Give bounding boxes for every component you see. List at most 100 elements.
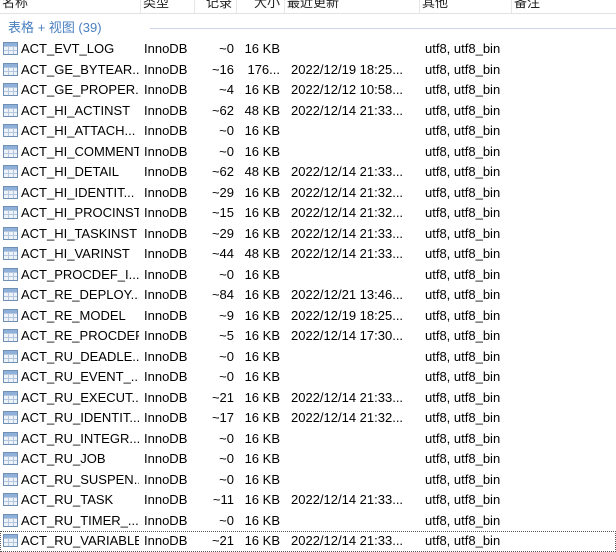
table-icon [3, 370, 18, 383]
table-icon-cell [3, 408, 19, 429]
table-row[interactable]: ACT_PROCDEF_I... InnoDB ~0 16 KB utf8, utf8_… [0, 265, 616, 286]
table-name: ACT_RE_DEPLOY... [21, 287, 139, 302]
table-icon [3, 62, 18, 76]
table-icon-cell [3, 121, 19, 142]
table-row[interactable]: ACT_RU_INTEGR... InnoDB ~0 16 KB utf8, utf8_… [0, 429, 616, 450]
table-size: 16 KB [244, 533, 280, 548]
table-row[interactable]: ACT_RU_TASK InnoDB ~11 16 KB 2022/12/14 21:3… [0, 490, 616, 511]
table-name: ACT_RU_IDENTIT... [21, 410, 139, 425]
table-charset: utf8, utf8_bin [425, 123, 501, 138]
table-name: ACT_RU_SUSPEN... [21, 471, 139, 487]
table-size: 16 KB [244, 471, 280, 487]
table-size: 16 KB [244, 266, 280, 282]
table-row-count: ~15 [211, 205, 234, 220]
table-row[interactable]: ACT_HI_IDENTIT... InnoDB ~29 16 KB 2022/12/1… [0, 183, 616, 204]
table-note [516, 203, 612, 224]
table-icon-cell [3, 388, 19, 409]
table-row[interactable]: ACT_RU_EVENT_... InnoDB ~0 16 KB utf8, utf8_… [0, 367, 616, 388]
table-row[interactable]: ACT_RE_MODEL InnoDB ~9 16 KB 2022/12/19 18:2… [0, 306, 616, 327]
table-row[interactable]: ACT_HI_TASKINST InnoDB ~29 16 KB 2022/12/14 … [0, 224, 616, 245]
column-header-other[interactable]: 其他 [420, 0, 512, 13]
table-engine: InnoDB [144, 143, 188, 159]
table-row[interactable]: ACT_RU_SUSPEN... InnoDB ~0 16 KB utf8, utf8_… [0, 470, 616, 491]
table-icon [3, 493, 18, 506]
table-row[interactable]: ACT_RU_DEADLE... InnoDB ~0 16 KB utf8, utf8_… [0, 347, 616, 368]
table-row[interactable]: ACT_RU_TIMER_... InnoDB ~0 16 KB utf8, utf8_… [0, 511, 616, 532]
column-header-type[interactable]: 类型 [141, 0, 195, 13]
table-row-count: ~29 [211, 184, 234, 200]
table-icon-cell [3, 326, 19, 347]
table-note [516, 183, 612, 204]
table-note [516, 142, 612, 163]
table-engine: InnoDB [144, 61, 188, 77]
column-header: 名称 类型 记录 大小 最近更新 其他 备注 [0, 0, 616, 14]
table-row[interactable]: ACT_GE_PROPER... InnoDB ~4 16 KB 2022/12/12 … [0, 80, 616, 101]
table-row-count: ~62 [211, 102, 234, 118]
table-name: ACT_RU_INTEGR... [21, 430, 139, 446]
table-updated: 2022/12/14 21:32... [291, 205, 404, 220]
column-header-name[interactable]: 名称 [0, 0, 141, 13]
table-note [516, 531, 612, 552]
table-row[interactable]: ACT_RU_IDENTIT... InnoDB ~17 16 KB 2022/12/1… [0, 408, 616, 429]
table-note [516, 511, 612, 532]
table-note [516, 449, 612, 470]
table-charset: utf8, utf8_bin [425, 492, 501, 507]
table-row[interactable]: ACT_EVT_LOG InnoDB ~0 16 KB utf8, utf8_bin [0, 39, 616, 60]
table-icon [3, 472, 18, 486]
table-row[interactable]: ACT_HI_ATTACH... InnoDB ~0 16 KB utf8, utf8_… [0, 121, 616, 142]
table-engine: InnoDB [144, 246, 188, 261]
table-row-count: ~44 [211, 246, 234, 261]
table-icon [3, 431, 18, 445]
table-note [516, 285, 612, 306]
table-row-count: ~17 [211, 410, 234, 425]
table-row[interactable]: ACT_HI_ACTINST InnoDB ~62 48 KB 2022/12/14 2… [0, 101, 616, 122]
table-row-count: ~0 [219, 430, 234, 446]
table-row[interactable]: ACT_RU_VARIABLE InnoDB ~21 16 KB 2022/12/14 … [0, 531, 616, 552]
table-row-count: ~84 [211, 287, 234, 302]
table-name: ACT_HI_IDENTIT... [21, 184, 135, 200]
table-note [516, 265, 612, 286]
column-header-note[interactable]: 备注 [512, 0, 616, 13]
table-name: ACT_RU_JOB [21, 451, 106, 466]
table-row[interactable]: ACT_HI_COMMENT InnoDB ~0 16 KB utf8, utf8_bi… [0, 142, 616, 163]
table-row-count: ~21 [211, 389, 234, 405]
table-updated: 2022/12/12 10:58... [291, 82, 404, 97]
table-row[interactable]: ACT_HI_VARINST InnoDB ~44 48 KB 2022/12/14 2… [0, 244, 616, 265]
table-size: 16 KB [244, 492, 280, 507]
table-name: ACT_HI_TASKINST [21, 225, 138, 241]
table-name: ACT_RU_VARIABLE [21, 533, 139, 548]
table-row[interactable]: ACT_HI_PROCINST InnoDB ~15 16 KB 2022/12/14 … [0, 203, 616, 224]
table-size: 16 KB [244, 205, 280, 220]
table-name: ACT_HI_VARINST [21, 246, 130, 261]
table-updated: 2022/12/14 21:32... [291, 184, 404, 200]
column-header-size[interactable]: 大小 [237, 0, 285, 13]
table-row[interactable]: ACT_RE_DEPLOY... InnoDB ~84 16 KB 2022/12/21… [0, 285, 616, 306]
table-row-count: ~62 [211, 164, 234, 179]
table-name: ACT_RU_TIMER_... [21, 512, 139, 528]
group-divider [150, 28, 616, 29]
table-icon [3, 513, 18, 527]
table-engine: InnoDB [144, 307, 188, 323]
table-size: 16 KB [244, 410, 280, 425]
table-row[interactable]: ACT_RU_JOB InnoDB ~0 16 KB utf8, utf8_bin [0, 449, 616, 470]
table-row-count: ~21 [211, 533, 234, 548]
table-note [516, 101, 612, 122]
table-row[interactable]: ACT_HI_DETAIL InnoDB ~62 48 KB 2022/12/14 21… [0, 162, 616, 183]
table-icon-cell [3, 244, 19, 265]
table-engine: InnoDB [144, 348, 188, 364]
table-engine: InnoDB [144, 410, 188, 425]
column-header-rows[interactable]: 记录 [195, 0, 237, 13]
table-note [516, 39, 612, 60]
table-icon-cell [3, 449, 19, 470]
table-row[interactable]: ACT_GE_BYTEAR... InnoDB ~16 176... 2022/12/1… [0, 60, 616, 81]
table-engine: InnoDB [144, 266, 188, 282]
column-header-updated[interactable]: 最近更新 [285, 0, 420, 13]
table-row[interactable]: ACT_RU_EXECUT... InnoDB ~21 16 KB 2022/12/14… [0, 388, 616, 409]
group-header[interactable]: 表格 + 视图 (39) [0, 18, 616, 38]
table-row[interactable]: ACT_RE_PROCDEF InnoDB ~5 16 KB 2022/12/14 17… [0, 326, 616, 347]
table-updated [291, 121, 419, 142]
table-icon-cell [3, 470, 19, 491]
table-updated: 2022/12/14 21:33... [291, 164, 404, 179]
table-icon [3, 206, 18, 219]
table-note [516, 244, 612, 265]
